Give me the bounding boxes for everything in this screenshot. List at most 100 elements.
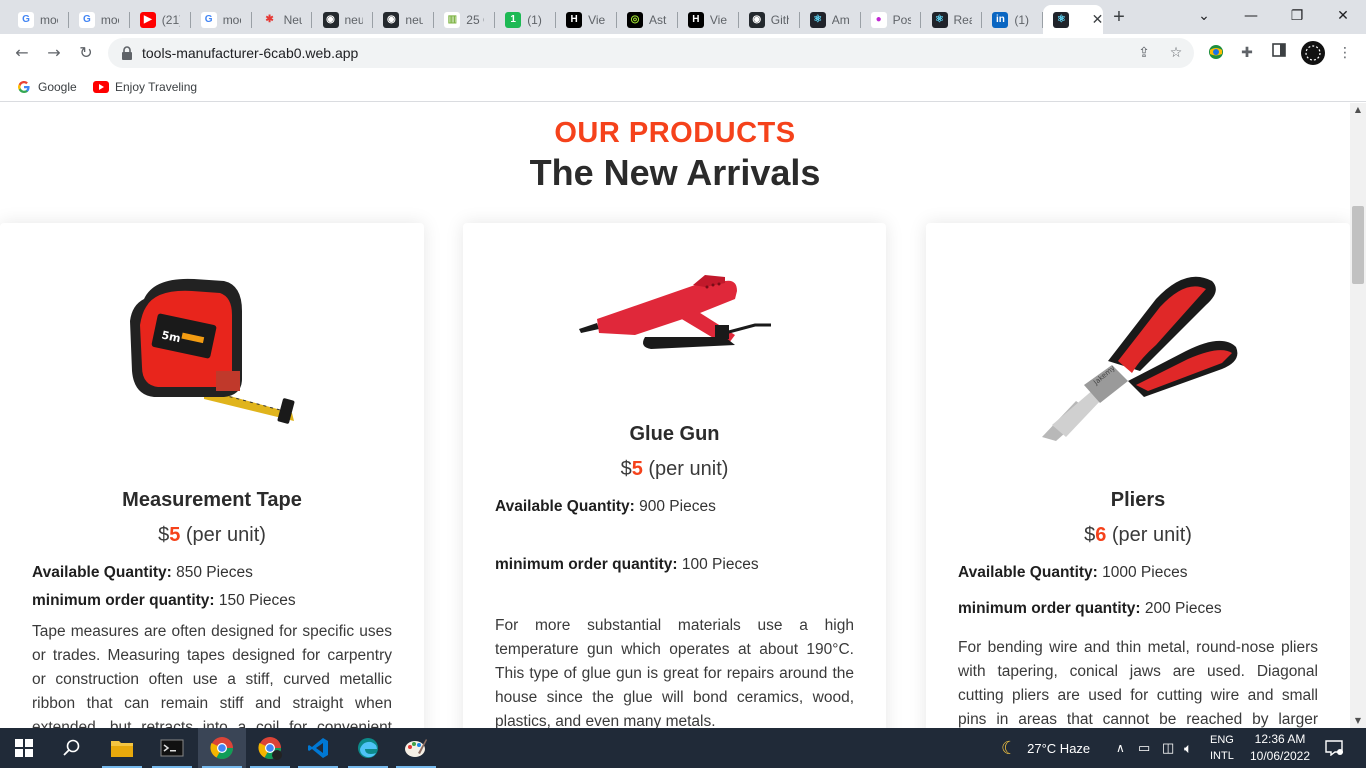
- volume-icon[interactable]: 🔈︎: [1184, 728, 1192, 768]
- product-description: For bending wire and thin metal, round-n…: [958, 639, 1318, 728]
- product-description: Tape measures are often designed for spe…: [32, 623, 392, 728]
- forward-arrow-icon[interactable]: →: [42, 41, 66, 65]
- file-explorer-icon[interactable]: [98, 728, 146, 768]
- available-quantity-label: Available Quantity:: [958, 564, 1098, 581]
- show-hidden-icons-chevron-icon[interactable]: ∧: [1116, 728, 1125, 768]
- price-unit: (per unit): [648, 458, 729, 480]
- share-icon[interactable]: ⇪: [1136, 45, 1152, 61]
- chrome-profile-icon[interactable]: [246, 728, 294, 768]
- price-currency: $: [1084, 524, 1096, 546]
- bookmark-star-icon[interactable]: ☆: [1168, 45, 1184, 61]
- language-indicator[interactable]: ENG INTL: [1210, 728, 1234, 768]
- tab-title: Vie: [709, 12, 728, 27]
- browser-tab[interactable]: ● Post: [861, 5, 922, 34]
- page-viewport: OUR PRODUCTS The New Arrivals 5m Measure…: [0, 103, 1350, 728]
- back-arrow-icon[interactable]: ←: [10, 41, 34, 65]
- url-text[interactable]: tools-manufacturer-6cab0.web.app: [142, 45, 358, 61]
- tab-search-chevron-icon[interactable]: ⌄: [1181, 4, 1227, 28]
- vscode-icon[interactable]: [294, 728, 342, 768]
- chrome-icon[interactable]: [198, 728, 246, 768]
- scroll-up-arrow-icon[interactable]: ▲: [1350, 103, 1366, 117]
- address-bar[interactable]: tools-manufacturer-6cab0.web.app ⇪ ☆: [108, 38, 1194, 68]
- clock[interactable]: 12:36 AM 10/06/2022: [1240, 731, 1320, 765]
- product-name: Pliers: [1110, 489, 1166, 511]
- minimize-button[interactable]: —: [1228, 4, 1274, 28]
- measurement-tape-image: 5m: [130, 278, 295, 424]
- scroll-down-arrow-icon[interactable]: ▼: [1350, 714, 1366, 728]
- windows-start-icon[interactable]: [0, 728, 48, 768]
- minimum-order-quantity: minimum order quantity: 100 Pieces: [495, 556, 854, 574]
- number-one-icon: 1: [505, 11, 522, 28]
- product-name: Glue Gun: [629, 423, 720, 445]
- browser-tab[interactable]: in (1) /: [982, 5, 1044, 34]
- windows-taskbar: ☾ 27°C Haze ∧ ▭ ◫ 🔈︎ ENG INTL 12:36 AM 1…: [0, 728, 1366, 768]
- reload-icon[interactable]: ↻: [74, 41, 98, 65]
- browser-tab[interactable]: ◎ Astr: [617, 5, 678, 34]
- network-icon[interactable]: ▭: [1138, 728, 1150, 768]
- minimum-order-label: minimum order quantity:: [958, 600, 1141, 617]
- google-icon: [16, 79, 32, 95]
- minimum-order-value: 150 Pieces: [218, 592, 296, 609]
- wifi-icon[interactable]: ◫: [1162, 728, 1174, 768]
- browser-tab[interactable]: 1 (1) \: [495, 5, 557, 34]
- bookmark-google[interactable]: Google: [16, 77, 77, 97]
- browser-tab[interactable]: Gmoc: [191, 5, 252, 34]
- scrollbar-thumb[interactable]: [1352, 206, 1364, 284]
- product-card-glue-gun: Glue Gun $5 (per unit) Available Quantit…: [463, 223, 886, 728]
- weather-widget[interactable]: ☾ 27°C Haze: [1001, 728, 1090, 768]
- available-quantity-value: 900 Pieces: [639, 498, 716, 515]
- tab-title: moc: [222, 12, 241, 27]
- side-panel-icon[interactable]: [1269, 43, 1289, 63]
- search-icon[interactable]: [48, 728, 96, 768]
- close-tab-icon[interactable]: ✕: [1092, 11, 1104, 28]
- available-quantity-value: 1000 Pieces: [1102, 564, 1188, 581]
- edge-icon[interactable]: [344, 728, 392, 768]
- profile-avatar[interactable]: [1301, 41, 1325, 65]
- close-window-button[interactable]: ✕: [1320, 4, 1366, 28]
- browser-tab[interactable]: ◉ neu: [313, 5, 374, 34]
- notification-center-icon[interactable]: [1322, 728, 1346, 768]
- browser-tab[interactable]: ◉ neu: [373, 5, 435, 34]
- linkedin-icon: in: [992, 11, 1009, 28]
- tab-active[interactable]: ⚛ ✕: [1043, 5, 1104, 34]
- browser-menu-icon[interactable]: ⋮: [1335, 43, 1355, 63]
- maximize-button[interactable]: ❐: [1274, 4, 1320, 28]
- product-price: $5 (per unit): [463, 458, 886, 481]
- bookmark-label: Google: [38, 80, 77, 94]
- tab-title: moc: [40, 12, 58, 27]
- available-quantity-label: Available Quantity:: [32, 564, 172, 581]
- price-unit: (per unit): [1111, 524, 1192, 546]
- browser-tab[interactable]: ⚛ Rea: [922, 5, 983, 34]
- tab-title: 25 C: [466, 12, 484, 27]
- clock-date: 10/06/2022: [1249, 749, 1311, 763]
- browser-tab[interactable]: ✱ Neu: [252, 5, 313, 34]
- tab-title: Rea: [953, 12, 972, 27]
- bookmark-enjoy-traveling[interactable]: Enjoy Traveling: [93, 77, 197, 97]
- browser-tab[interactable]: ▥ 25 C: [434, 5, 496, 34]
- terminal-icon[interactable]: [148, 728, 196, 768]
- h-icon: H: [687, 11, 704, 28]
- browser-tab[interactable]: H Vie: [556, 5, 617, 34]
- browser-tab[interactable]: Gmoc: [8, 5, 69, 34]
- browser-tab[interactable]: ▶ (21): [130, 5, 191, 34]
- browser-tab[interactable]: ⚛ Am: [800, 5, 861, 34]
- new-tab-button[interactable]: +: [1108, 6, 1130, 28]
- pliers-image: Jakemy: [1042, 276, 1238, 441]
- browser-tab[interactable]: H Vie: [678, 5, 739, 34]
- react-icon: ⚛: [1053, 11, 1070, 28]
- tab-title: Gith: [770, 12, 789, 27]
- minimum-order-quantity: minimum order quantity: 200 Pieces: [958, 600, 1318, 618]
- price-amount: 5: [631, 458, 643, 480]
- price-currency: $: [158, 524, 170, 546]
- browser-tab[interactable]: Gmoc: [69, 5, 130, 34]
- browser-toolbar: ← → ↻ tools-manufacturer-6cab0.web.app ⇪…: [0, 34, 1366, 72]
- h-icon: H: [566, 11, 583, 28]
- extensions-puzzle-icon[interactable]: ✚: [1237, 43, 1257, 63]
- page-scrollbar[interactable]: ▲ ▼: [1350, 103, 1366, 728]
- browser-tab[interactable]: ◉ Gith: [739, 5, 800, 34]
- paint-icon[interactable]: [392, 728, 440, 768]
- minimum-order-label: minimum order quantity:: [495, 556, 678, 573]
- tab-title: (1) \: [527, 12, 545, 27]
- extension-globe-icon[interactable]: [1206, 43, 1226, 63]
- product-card-measurement-tape: 5m Measurement Tape $5 (per unit) Availa…: [0, 223, 424, 728]
